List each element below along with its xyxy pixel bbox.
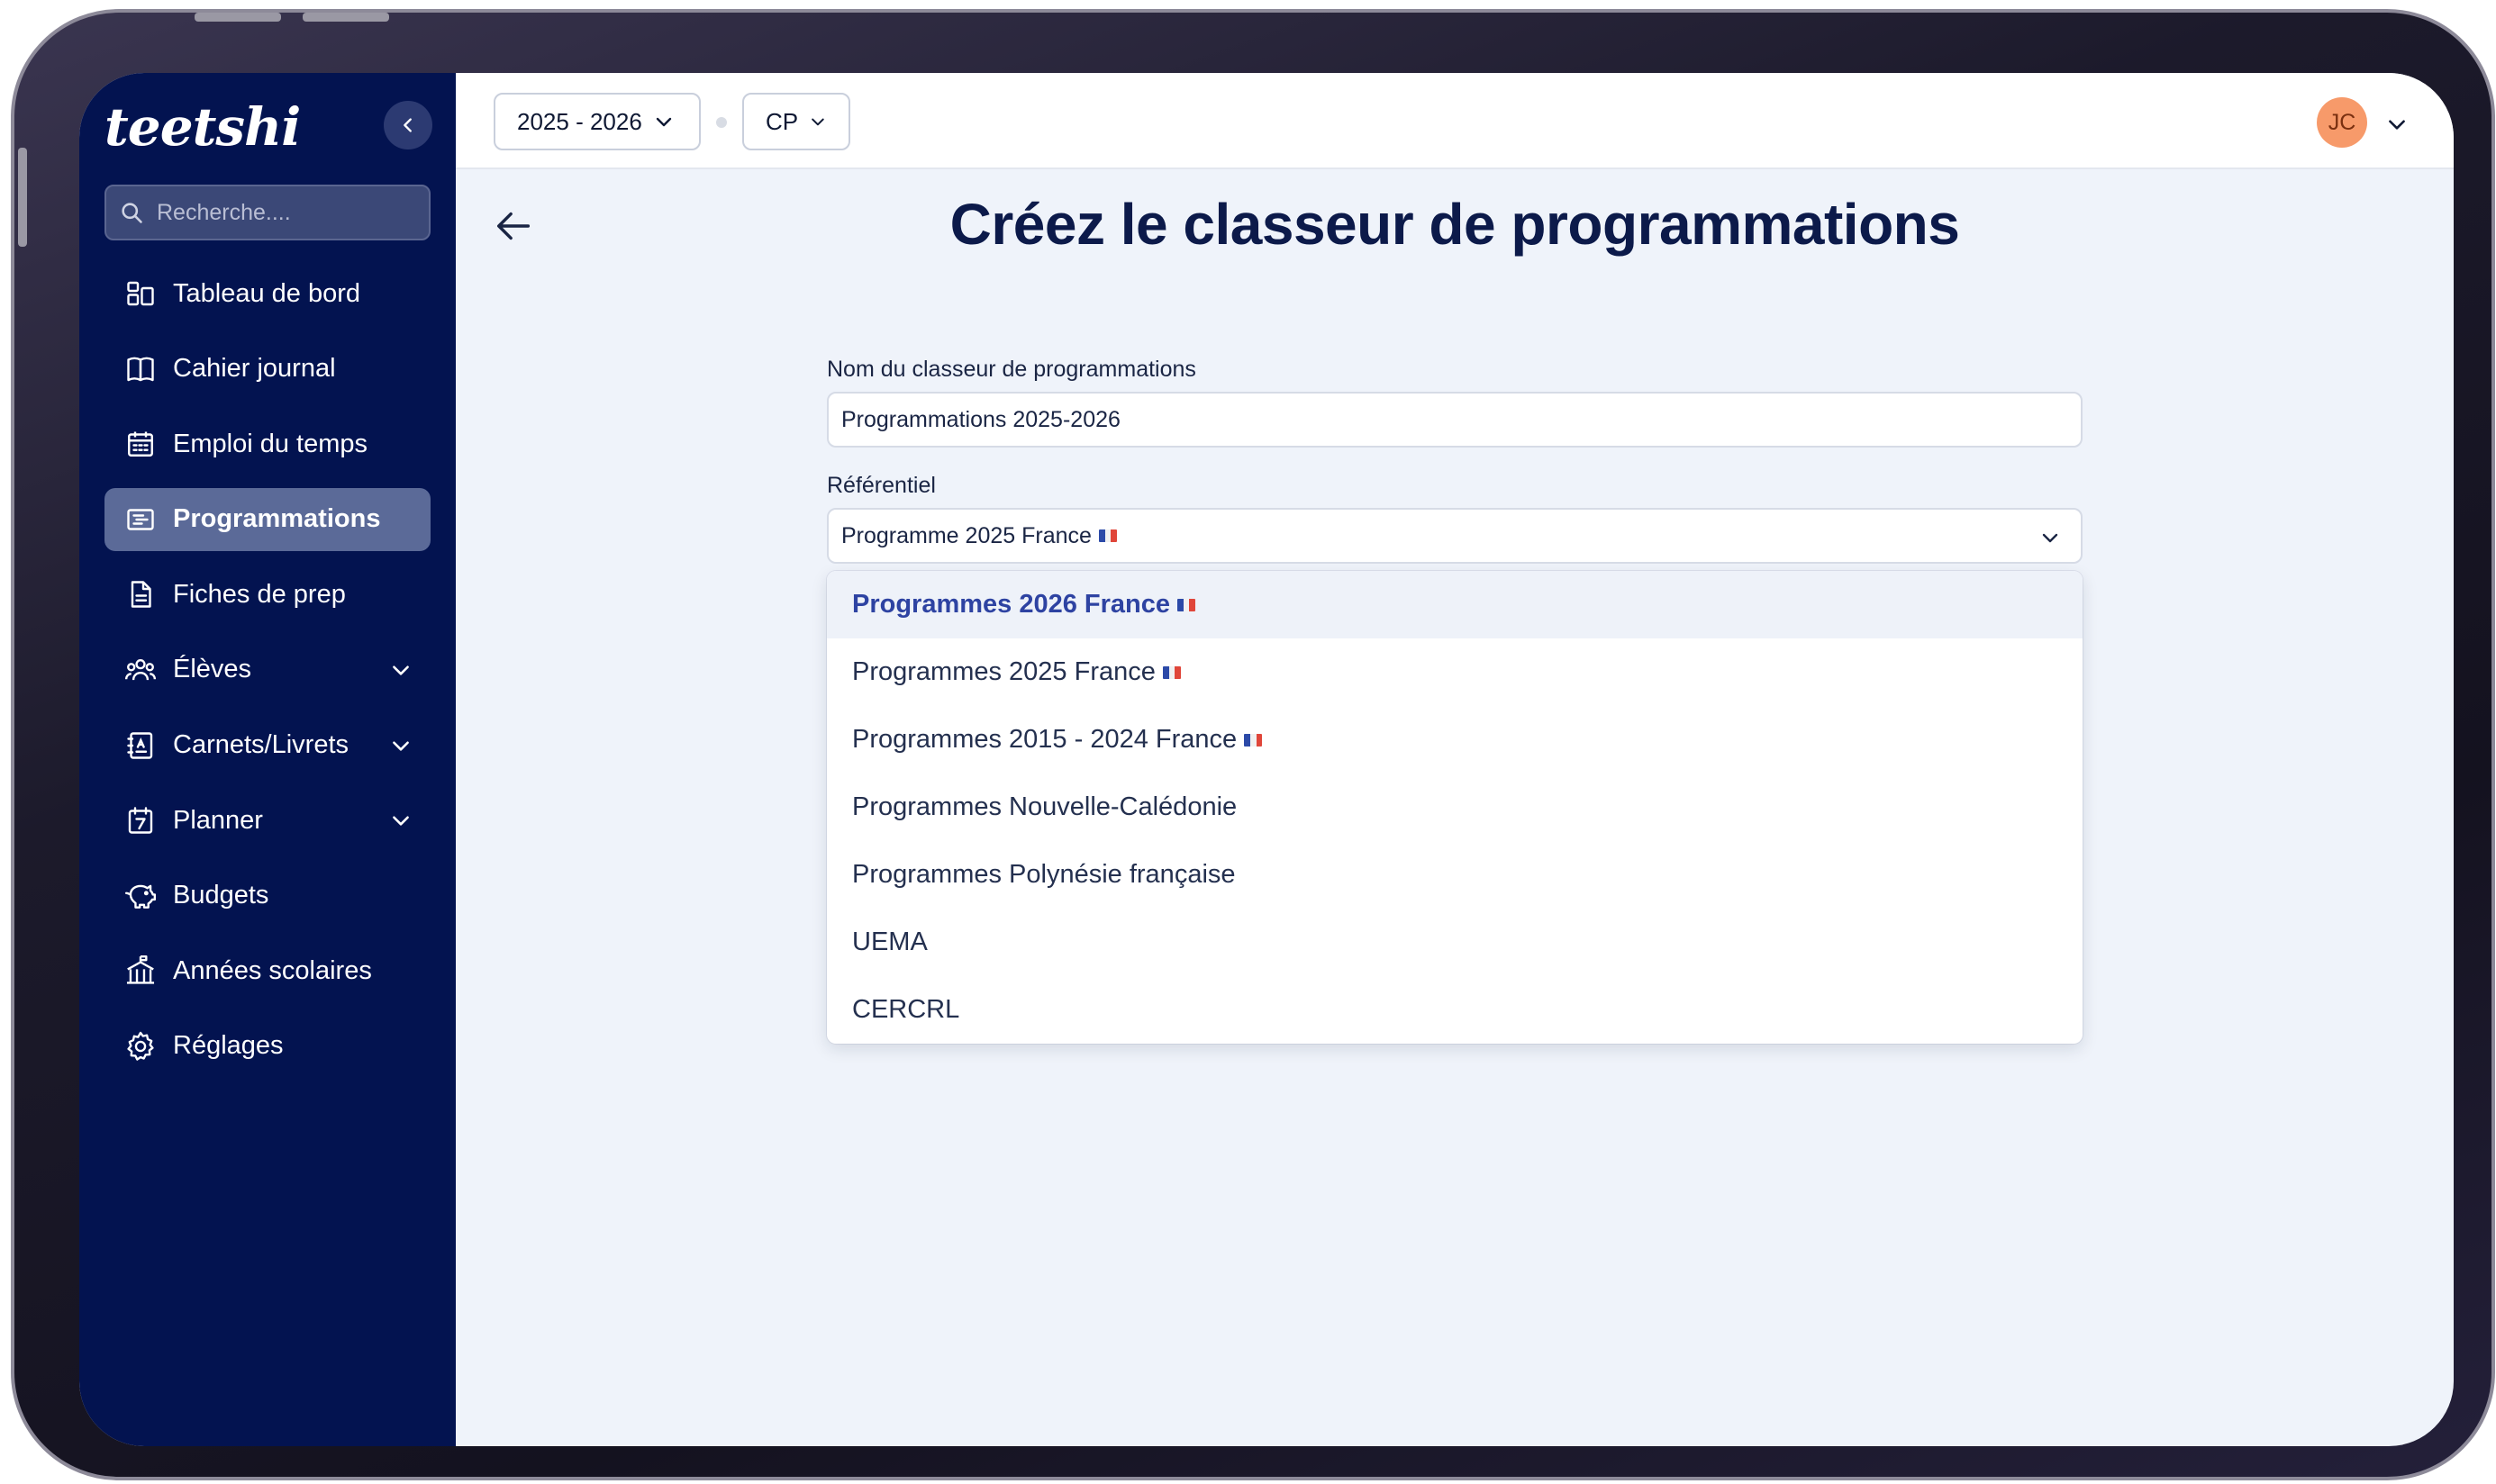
school-year-value: 2025 - 2026 [517,107,642,135]
piggy-bank-icon [123,878,159,914]
dropdown-option-label: CERCRL [852,995,960,1024]
school-icon [123,953,159,989]
app-logo[interactable]: teetshi [104,96,301,159]
dropdown-option-label: Programmes Nouvelle-Calédonie [852,792,1238,821]
avatar[interactable]: JC [2317,97,2367,148]
sidebar-item-label: Tableau de bord [173,278,360,308]
search-icon [122,203,142,223]
tablet-frame: teetshi Tableau de bord [11,9,2495,1480]
dropdown-option-label: Programmes Polynésie française [852,860,1236,889]
programmations-icon [123,502,159,538]
france-flag-icon [1177,598,1196,611]
sidebar-item-label: Fiches de prep [173,579,346,609]
dropdown-option[interactable]: CERCRL [827,976,2083,1044]
sidebar-item-label: Réglages [173,1031,284,1061]
search-input[interactable] [157,199,418,226]
sidebar-item-cahier-journal[interactable]: Cahier journal [104,338,431,401]
referentiel-selected-value: Programme 2025 France [841,522,1092,548]
sidebar-item-carnets-livrets[interactable]: Carnets/Livrets [104,714,431,777]
sidebar-item-tableau-de-bord[interactable]: Tableau de bord [104,262,431,325]
gear-icon [123,1028,159,1064]
page-title: Créez le classeur de programmations [949,192,1960,257]
sidebar-item-label: Planner [173,805,263,835]
separator-dot [716,117,727,128]
user-menu-chevron-icon[interactable] [2385,113,2409,136]
name-field-label: Nom du classeur de programmations [827,357,1196,382]
sidebar-item-budgets[interactable]: Budgets [104,864,431,928]
sidebar-item-annees-scolaires[interactable]: Années scolaires [104,939,431,1002]
sidebar-item-label: Programmations [173,504,381,534]
book-icon [123,351,159,387]
chevron-left-icon [404,118,412,132]
sidebar-item-programmations[interactable]: Programmations [104,487,431,551]
dropdown-option-label: UEMA [852,928,928,956]
france-flag-icon [1098,529,1117,542]
dropdown-option[interactable]: Programmes Polynésie française [827,841,2083,909]
app-screen: teetshi Tableau de bord [79,73,2454,1446]
sidebar-item-emploi-du-temps[interactable]: Emploi du temps [104,412,431,475]
referentiel-dropdown-menu: Programmes 2026 France Programmes 2025 F… [827,571,2083,1044]
sidebar: teetshi Tableau de bord [79,73,456,1446]
user-initials: JC [2328,109,2356,135]
france-flag-icon [1244,733,1263,747]
calendar-icon [123,426,159,462]
sidebar-item-fiches-de-prep[interactable]: Fiches de prep [104,563,431,626]
sidebar-item-eleves[interactable]: Élèves [104,638,431,701]
sidebar-item-label: Emploi du temps [173,429,368,458]
dropdown-option[interactable]: Programmes 2026 France [827,571,2083,638]
notebook-icon [123,728,159,764]
sidebar-item-label: Carnets/Livrets [173,730,349,760]
dropdown-option-label: Programmes 2025 France [852,657,1156,686]
document-icon [123,576,159,612]
dropdown-option[interactable]: Programmes 2025 France [827,638,2083,706]
chevron-down-icon [656,117,671,127]
chevron-down-icon [2042,533,2058,543]
main-content: Créez le classeur de programmations Nom … [456,169,2454,1446]
dropdown-option-label: Programmes 2015 - 2024 France [852,725,1238,754]
volume-button [303,13,389,22]
chevron-down-icon [393,816,409,826]
sidebar-item-planner[interactable]: Planner [104,789,431,852]
collapse-sidebar-button[interactable] [384,101,432,149]
sidebar-item-label: Cahier journal [173,354,336,384]
referentiel-select[interactable]: Programme 2025 France [827,508,2083,564]
sidebar-nav: Tableau de bord Cahier journal Emploi du… [104,262,431,1090]
binder-name-input[interactable] [827,392,2083,448]
dashboard-icon [123,276,159,312]
volume-button [195,13,281,22]
school-year-select[interactable]: 2025 - 2026 [494,93,701,150]
dropdown-option[interactable]: Programmes Nouvelle-Calédonie [827,774,2083,841]
search-bar[interactable] [104,185,431,240]
france-flag-icon [1162,665,1181,679]
class-select[interactable]: CP [742,93,850,150]
planner-icon [123,802,159,838]
sidebar-item-label: Budgets [173,881,269,910]
logo-text: teetshi [104,96,301,158]
side-button [18,148,27,247]
create-binder-form: Nom du classeur de programmations Référe… [827,357,2083,1044]
sidebar-item-label: Années scolaires [173,955,372,985]
class-value: CP [766,107,799,135]
referentiel-field-label: Référentiel [827,473,936,498]
chevron-down-icon [393,665,409,675]
sidebar-item-label: Élèves [173,655,252,684]
sidebar-item-reglages[interactable]: Réglages [104,1015,431,1078]
dropdown-option[interactable]: UEMA [827,909,2083,976]
chevron-down-icon [812,118,824,126]
students-icon [123,652,159,688]
dropdown-option[interactable]: Programmes 2015 - 2024 France [827,706,2083,774]
chevron-down-icon [393,741,409,751]
top-bar: 2025 - 2026 CP JC [456,73,2454,169]
dropdown-option-label: Programmes 2026 France [852,590,1171,619]
